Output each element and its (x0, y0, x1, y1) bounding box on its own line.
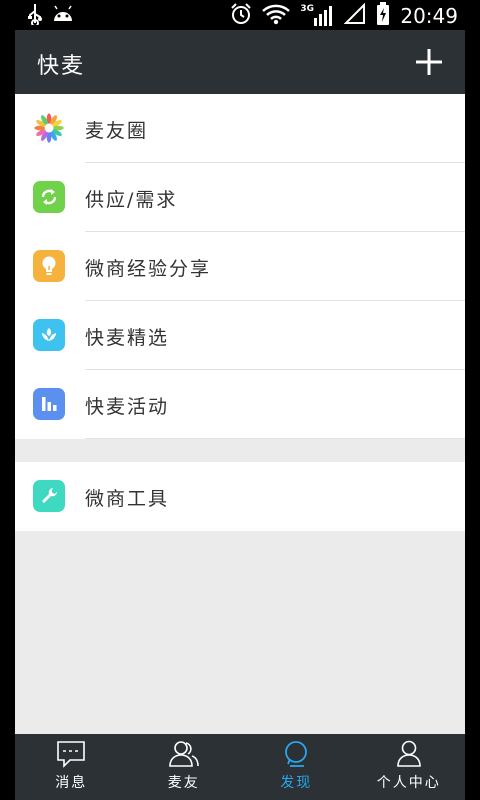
status-bar: 3G 20:49 (0, 0, 480, 30)
tab-friends[interactable]: 麦友 (128, 734, 241, 800)
menu-item-label: 供应/需求 (85, 189, 178, 211)
tab-messages[interactable]: 消息 (15, 734, 128, 800)
profile-icon (396, 740, 421, 767)
menu-item-label: 微商工具 (85, 488, 170, 510)
tab-label: 麦友 (167, 775, 200, 791)
status-time: 20:49 (400, 4, 458, 28)
menu-item-label: 快麦活动 (85, 396, 170, 418)
page-title: 快麦 (37, 54, 86, 79)
title-bar: 快麦 (15, 30, 465, 94)
menu-item-activities[interactable]: 快麦活动 (15, 370, 465, 439)
menu-item-experience-share[interactable]: 微商经验分享 (15, 232, 465, 301)
message-icon (57, 741, 86, 768)
tab-label: 消息 (55, 775, 88, 791)
menu-item-label: 快麦精选 (85, 327, 170, 349)
menu-item-tools[interactable]: 微商工具 (15, 462, 465, 531)
tools-menu: 微商工具 (15, 462, 465, 531)
discover-icon (285, 741, 308, 767)
add-button[interactable] (413, 46, 445, 78)
battery-charging-icon (376, 2, 390, 30)
pinwheel-icon (33, 112, 65, 144)
wrench-icon (33, 480, 65, 512)
android-icon (52, 5, 74, 27)
bottom-tab-bar: 消息 麦友 发现 个人中心 (15, 734, 465, 800)
tab-discover[interactable]: 发现 (240, 734, 353, 800)
alarm-icon (230, 3, 252, 29)
bar-chart-icon (33, 388, 65, 420)
menu-item-label: 麦友圈 (85, 120, 149, 142)
tab-label: 发现 (280, 775, 313, 791)
usb-icon (28, 3, 42, 29)
app-screen: 快麦 麦友圈 供应/需求 微商经验分享 快麦精选 快麦活动 微商工具 消息 麦友… (15, 30, 465, 800)
signal-icon: 3G (300, 4, 334, 28)
discover-menu: 麦友圈 供应/需求 微商经验分享 快麦精选 快麦活动 (15, 94, 465, 439)
menu-item-supply-demand[interactable]: 供应/需求 (15, 163, 465, 232)
refresh-icon (33, 181, 65, 213)
plus-icon (416, 49, 442, 75)
menu-item-featured[interactable]: 快麦精选 (15, 301, 465, 370)
friends-icon (168, 741, 199, 767)
tab-profile[interactable]: 个人中心 (353, 734, 466, 800)
lightbulb-icon (33, 250, 65, 282)
menu-item-friend-circle[interactable]: 麦友圈 (15, 94, 465, 163)
wifi-icon (262, 3, 291, 29)
no-sim-icon (343, 2, 366, 29)
divider (85, 438, 465, 439)
tab-label: 个人中心 (376, 775, 441, 791)
wheat-icon (33, 319, 65, 351)
menu-item-label: 微商经验分享 (85, 258, 212, 280)
